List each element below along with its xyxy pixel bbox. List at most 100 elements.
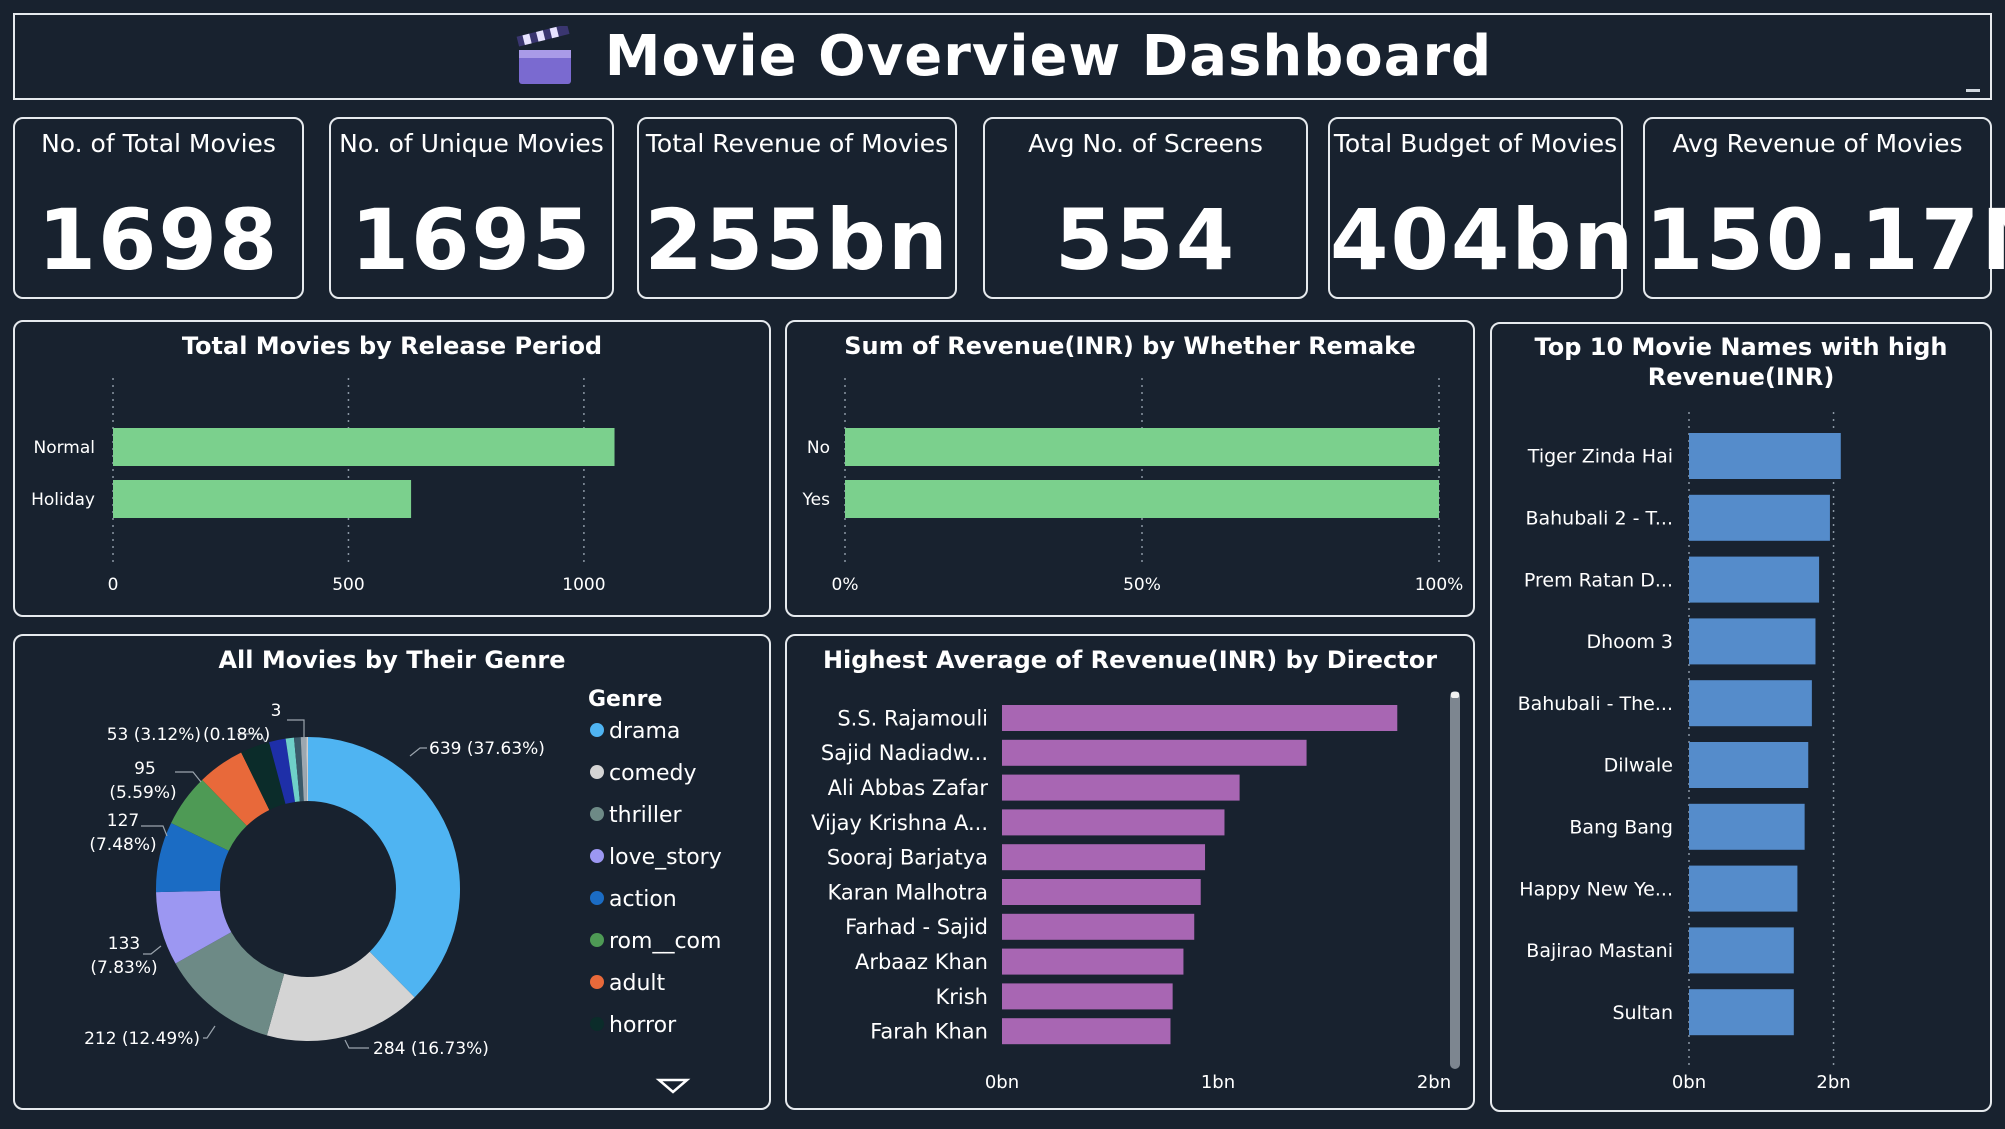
genre-chart: All Movies by Their Genre 639 (37.63%) 28… xyxy=(13,634,771,1110)
data-label: (7.83%) xyxy=(90,958,157,978)
x-tick-label: 1bn xyxy=(1201,1072,1235,1093)
bar xyxy=(1689,618,1816,665)
bar xyxy=(1002,844,1206,871)
bar xyxy=(845,480,1439,518)
category-label: Yes xyxy=(802,490,831,510)
x-tick-label: 500 xyxy=(332,575,364,595)
clapperboard-icon xyxy=(516,25,571,84)
release-period-chart: Total Movies by Release Period 0 500 1000 N… xyxy=(13,320,771,617)
kpi-label: Total Budget of Movies xyxy=(1333,129,1618,158)
legend-label: comedy xyxy=(609,761,697,786)
data-label: 133 xyxy=(108,934,140,954)
kpi-value: 255bn xyxy=(644,191,950,289)
bar xyxy=(1002,739,1307,766)
x-tick-label: 50% xyxy=(1123,575,1161,595)
legend-swatch xyxy=(590,807,604,821)
legend-swatch xyxy=(590,849,604,863)
data-label: 127 xyxy=(107,811,139,831)
bar xyxy=(1689,433,1841,479)
legend-swatch xyxy=(590,765,604,779)
page-title: Movie Overview Dashboard xyxy=(604,24,1493,89)
leader-line xyxy=(175,771,202,783)
bar xyxy=(1002,1018,1171,1045)
data-label: 3 xyxy=(271,701,282,721)
kpi-avg-revenue: Avg Revenue of Movies 150.17M xyxy=(1643,117,2005,299)
legend-swatch xyxy=(590,723,604,737)
kpi-value: 1698 xyxy=(37,191,280,289)
x-tick-label: 1000 xyxy=(562,575,605,595)
leader-line xyxy=(344,1039,369,1049)
category-label: Happy New Ye... xyxy=(1519,878,1673,900)
bar xyxy=(845,428,1439,466)
x-tick-label: 100% xyxy=(1415,575,1464,595)
chevron-down-icon xyxy=(655,1078,691,1094)
category-label: Dhoom 3 xyxy=(1586,631,1673,653)
legend-label: drama xyxy=(609,719,680,744)
legend-label: love_story xyxy=(609,845,722,870)
category-label: No xyxy=(807,438,830,458)
legend-label: action xyxy=(609,887,677,912)
category-label: Bahubali 2 - T... xyxy=(1525,507,1673,529)
bar xyxy=(1002,705,1398,731)
category-label: Holiday xyxy=(31,490,95,510)
top10-movies-chart: Top 10 Movie Names with high Revenue(INR… xyxy=(1490,322,1992,1112)
remake-chart: Sum of Revenue(INR) by Whether Remake 0%… xyxy=(785,320,1475,617)
data-label: 639 (37.63%) xyxy=(429,739,545,759)
category-label: Ali Abbas Zafar xyxy=(828,776,989,800)
category-label: Farhad - Sajid xyxy=(845,915,988,939)
kpi-label: Total Revenue of Movies xyxy=(645,129,949,158)
bar xyxy=(1002,879,1201,905)
x-tick-label: 2bn xyxy=(1816,1072,1850,1093)
x-tick-label: 0 xyxy=(108,575,119,595)
scrollbar-cap xyxy=(1451,692,1459,698)
bar xyxy=(1689,680,1812,727)
legend-swatch xyxy=(590,891,604,905)
legend-swatch xyxy=(590,975,604,989)
kpi-label: No. of Total Movies xyxy=(41,129,276,158)
kpi-avg-screens: Avg No. of Screens 554 xyxy=(983,117,1308,299)
kpi-total-revenue: Total Revenue of Movies 255bn xyxy=(637,117,957,299)
category-label: Sultan xyxy=(1612,1002,1673,1024)
kpi-value: 1695 xyxy=(350,191,593,289)
category-label: Dilwale xyxy=(1604,755,1673,777)
bar xyxy=(1002,983,1173,1010)
leader-line xyxy=(409,747,427,757)
bar xyxy=(1689,803,1805,850)
leader-line xyxy=(143,945,162,955)
scrollbar-thumb xyxy=(1450,691,1460,1069)
category-label: Normal xyxy=(33,438,95,458)
x-tick-label: 0% xyxy=(832,575,859,595)
legend-label: thriller xyxy=(609,803,682,828)
data-label: (5.59%) xyxy=(109,783,176,803)
director-chart: Highest Average of Revenue(INR) by Direc… xyxy=(785,634,1475,1110)
bar xyxy=(1689,494,1830,541)
kpi-label: Avg Revenue of Movies xyxy=(1672,129,1963,158)
legend-swatch xyxy=(590,933,604,947)
data-label: 284 (16.73%) xyxy=(373,1039,489,1059)
bar xyxy=(1002,809,1225,836)
data-label: (7.48%) xyxy=(89,835,156,855)
category-label: Prem Ratan D... xyxy=(1524,569,1673,591)
data-label: 95 xyxy=(134,759,156,779)
bar xyxy=(1002,774,1240,801)
bar xyxy=(113,480,412,518)
category-label: S.S. Rajamouli xyxy=(837,706,988,730)
minimize-icon[interactable] xyxy=(1966,89,1980,92)
pie-slice-drama xyxy=(308,737,460,998)
category-label: Sajid Nadiadw... xyxy=(821,741,988,765)
bar xyxy=(1002,913,1195,940)
category-label: Karan Malhotra xyxy=(828,880,988,904)
data-label: (0.18%) xyxy=(203,725,270,745)
bar xyxy=(1689,742,1809,788)
leader-line xyxy=(203,1025,216,1039)
bar xyxy=(1689,927,1794,974)
kpi-value: 150.17M xyxy=(1645,191,2005,289)
top10-svg: 0bn 2bn Tiger Zinda Hai Bahubali 2 - T... Pr… xyxy=(1518,412,1851,1093)
bar xyxy=(1689,865,1798,912)
kpi-label: No. of Unique Movies xyxy=(339,129,604,158)
kpi-unique-movies: No. of Unique Movies 1695 xyxy=(329,117,614,299)
category-label: Bahubali - The... xyxy=(1518,693,1673,715)
kpi-total-movies: No. of Total Movies 1698 xyxy=(13,117,304,299)
kpi-label: Avg No. of Screens xyxy=(1028,129,1263,158)
bar xyxy=(1689,556,1820,603)
